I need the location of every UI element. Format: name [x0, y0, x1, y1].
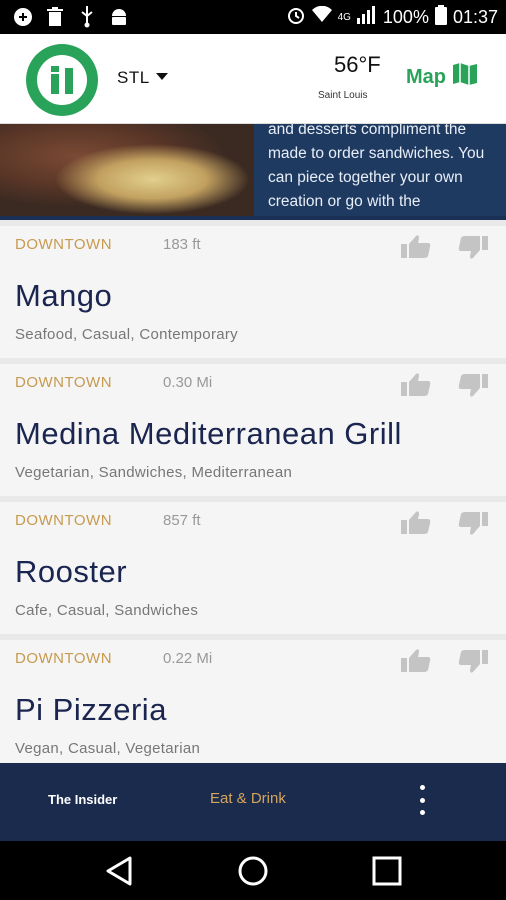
thumbs-down-icon[interactable]	[458, 510, 488, 536]
distance-label: 183 ft	[163, 236, 201, 253]
thumbs-up-icon[interactable]	[401, 234, 431, 260]
restaurant-name: Mango	[15, 278, 113, 313]
neighborhood-label: DOWNTOWN	[15, 650, 113, 667]
neighborhood-label: DOWNTOWN	[15, 512, 113, 529]
signal-icon	[356, 6, 377, 29]
android-icon	[108, 6, 130, 28]
app-logo[interactable]	[24, 42, 100, 118]
distance-label: 857 ft	[163, 512, 201, 529]
tab-eat-and-drink[interactable]: Eat & Drink	[210, 790, 286, 807]
list-item[interactable]: DOWNTOWN 183 ft Mango Seafood, Casual, C…	[0, 226, 506, 358]
temperature: 56°F	[334, 52, 381, 77]
notification-icons	[12, 6, 130, 28]
map-button[interactable]: Map	[406, 62, 478, 92]
restaurant-name: Medina Mediterranean Grill	[15, 416, 402, 451]
map-button-label: Map	[406, 65, 446, 88]
trash-notification-icon	[44, 6, 66, 28]
system-nav-bar	[0, 841, 506, 900]
thumbs-down-icon[interactable]	[458, 648, 488, 674]
restaurant-tags: Cafe, Casual, Sandwiches	[15, 602, 199, 619]
status-bar: 4G 100% 01:37	[0, 0, 506, 34]
back-icon[interactable]	[104, 855, 136, 887]
bottom-tab-bar: The Insider Eat & Drink	[0, 763, 506, 841]
battery-icon	[434, 5, 447, 30]
home-icon[interactable]	[237, 855, 269, 887]
featured-image	[0, 124, 254, 216]
clock: 01:37	[452, 7, 498, 27]
system-status: 4G 100% 01:37	[286, 5, 498, 30]
restaurant-name: Rooster	[15, 554, 128, 589]
restaurant-tags: Seafood, Casual, Contemporary	[15, 326, 238, 343]
city-selector[interactable]: STL	[117, 68, 168, 88]
app-header: STL 56°F Saint Louis Map	[0, 34, 506, 124]
thumbs-down-icon[interactable]	[458, 372, 488, 398]
usb-icon	[76, 6, 98, 28]
list-item[interactable]: DOWNTOWN 857 ft Rooster Cafe, Casual, Sa…	[0, 502, 506, 634]
alarm-icon	[286, 5, 306, 30]
distance-label: 0.30 Mi	[163, 374, 213, 391]
thumbs-down-icon[interactable]	[458, 234, 488, 260]
recent-apps-icon[interactable]	[371, 855, 403, 887]
more-options-icon[interactable]	[416, 785, 428, 815]
map-icon	[452, 62, 478, 92]
neighborhood-label: DOWNTOWN	[15, 374, 113, 391]
list-item[interactable]: DOWNTOWN 0.22 Mi Pi Pizzeria Vegan, Casu…	[0, 640, 506, 772]
weather-location: Saint Louis	[318, 90, 368, 101]
city-label: STL	[117, 68, 150, 87]
tab-the-insider[interactable]: The Insider	[48, 792, 117, 807]
notification-icon	[12, 6, 34, 28]
network-type: 4G	[337, 12, 351, 23]
thumbs-up-icon[interactable]	[401, 372, 431, 398]
list-item[interactable]: DOWNTOWN 0.30 Mi Medina Mediterranean Gr…	[0, 364, 506, 496]
distance-label: 0.22 Mi	[163, 650, 213, 667]
thumbs-up-icon[interactable]	[401, 510, 431, 536]
moon-icon	[306, 50, 328, 80]
chevron-down-icon	[155, 72, 168, 80]
featured-description: and desserts compliment the made to orde…	[268, 124, 485, 210]
restaurant-name: Pi Pizzeria	[15, 692, 167, 727]
restaurant-tags: Vegan, Casual, Vegetarian	[15, 740, 201, 757]
wifi-icon	[311, 5, 332, 29]
thumbs-up-icon[interactable]	[401, 648, 431, 674]
battery-percent: 100%	[382, 7, 429, 27]
restaurant-list: DOWNTOWN 183 ft Mango Seafood, Casual, C…	[0, 226, 506, 778]
neighborhood-label: DOWNTOWN	[15, 236, 113, 253]
weather-widget: 56°F	[306, 50, 381, 80]
restaurant-tags: Vegetarian, Sandwiches, Mediterranean	[15, 464, 293, 481]
featured-banner[interactable]: and desserts compliment the made to orde…	[0, 124, 506, 220]
